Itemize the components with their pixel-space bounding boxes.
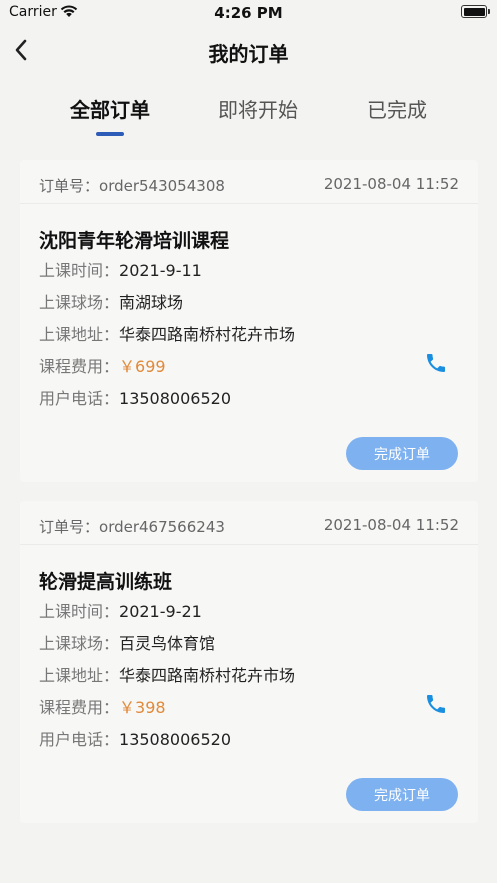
phone-row: 用户电话：13508006520 xyxy=(39,385,231,409)
class-time-value: 2021-9-11 xyxy=(119,261,202,280)
phone-value: 13508006520 xyxy=(119,730,231,749)
fee-row: 课程费用：￥699 xyxy=(39,353,166,377)
phone-label: 用户电话： xyxy=(39,389,120,408)
complete-order-button[interactable]: 完成订单 xyxy=(346,778,458,811)
venue-label: 上课球场： xyxy=(39,634,120,653)
active-tab-indicator xyxy=(96,132,124,136)
fee-value: ￥398 xyxy=(119,698,166,717)
order-tabs: 全部订单 即将开始 已完成 xyxy=(0,88,497,140)
tab-upcoming[interactable]: 即将开始 xyxy=(193,94,323,123)
battery-icon xyxy=(461,5,490,18)
venue-value: 百灵鸟体育馆 xyxy=(119,634,216,653)
complete-order-button[interactable]: 完成订单 xyxy=(346,437,458,470)
clock: 4:26 PM xyxy=(214,4,283,22)
tab-all-orders[interactable]: 全部订单 xyxy=(45,94,175,123)
page-title: 我的订单 xyxy=(208,42,289,66)
venue-label: 上课球场： xyxy=(39,293,120,312)
phone-icon[interactable] xyxy=(424,692,448,716)
class-time-value: 2021-9-21 xyxy=(119,602,202,621)
order-number: 订单号：order543054308 xyxy=(39,175,225,196)
address-value: 华泰四路南桥村花卉市场 xyxy=(119,325,296,344)
address-label: 上课地址： xyxy=(39,325,120,344)
order-number-label: 订单号： xyxy=(39,518,100,536)
order-card: 订单号：order467566243 2021-08-04 11:52 轮滑提高… xyxy=(20,501,478,823)
fee-label: 课程费用： xyxy=(39,357,120,376)
order-card-header: 订单号：order467566243 2021-08-04 11:52 xyxy=(20,501,478,545)
nav-bar: 我的订单 xyxy=(0,26,497,76)
status-bar: Carrier 4:26 PM xyxy=(0,0,497,26)
order-number-value: order467566243 xyxy=(99,518,225,536)
order-number: 订单号：order467566243 xyxy=(39,516,225,537)
phone-label: 用户电话： xyxy=(39,730,120,749)
fee-row: 课程费用：￥398 xyxy=(39,694,166,718)
venue-value: 南湖球场 xyxy=(119,293,184,312)
class-time-row: 上课时间：2021-9-11 xyxy=(39,257,202,281)
venue-row: 上课球场：南湖球场 xyxy=(39,289,183,313)
class-time-row: 上课时间：2021-9-21 xyxy=(39,598,202,622)
class-time-label: 上课时间： xyxy=(39,261,120,280)
address-row: 上课地址：华泰四路南桥村花卉市场 xyxy=(39,321,295,345)
order-card-header: 订单号：order543054308 2021-08-04 11:52 xyxy=(20,160,478,204)
phone-value: 13508006520 xyxy=(119,389,231,408)
address-value: 华泰四路南桥村花卉市场 xyxy=(119,666,296,685)
class-time-label: 上课时间： xyxy=(39,602,120,621)
order-created-time: 2021-08-04 11:52 xyxy=(323,516,459,534)
order-number-value: order543054308 xyxy=(99,177,225,195)
course-title: 轮滑提高训练班 xyxy=(39,571,173,593)
phone-icon[interactable] xyxy=(424,351,448,375)
order-card: 订单号：order543054308 2021-08-04 11:52 沈阳青年… xyxy=(20,160,478,482)
phone-row: 用户电话：13508006520 xyxy=(39,726,231,750)
fee-value: ￥699 xyxy=(119,357,166,376)
address-row: 上课地址：华泰四路南桥村花卉市场 xyxy=(39,662,295,686)
venue-row: 上课球场：百灵鸟体育馆 xyxy=(39,630,215,654)
address-label: 上课地址： xyxy=(39,666,120,685)
fee-label: 课程费用： xyxy=(39,698,120,717)
order-number-label: 订单号： xyxy=(39,177,100,195)
course-title: 沈阳青年轮滑培训课程 xyxy=(39,230,230,252)
order-created-time: 2021-08-04 11:52 xyxy=(323,175,459,193)
tab-completed[interactable]: 已完成 xyxy=(332,94,462,123)
